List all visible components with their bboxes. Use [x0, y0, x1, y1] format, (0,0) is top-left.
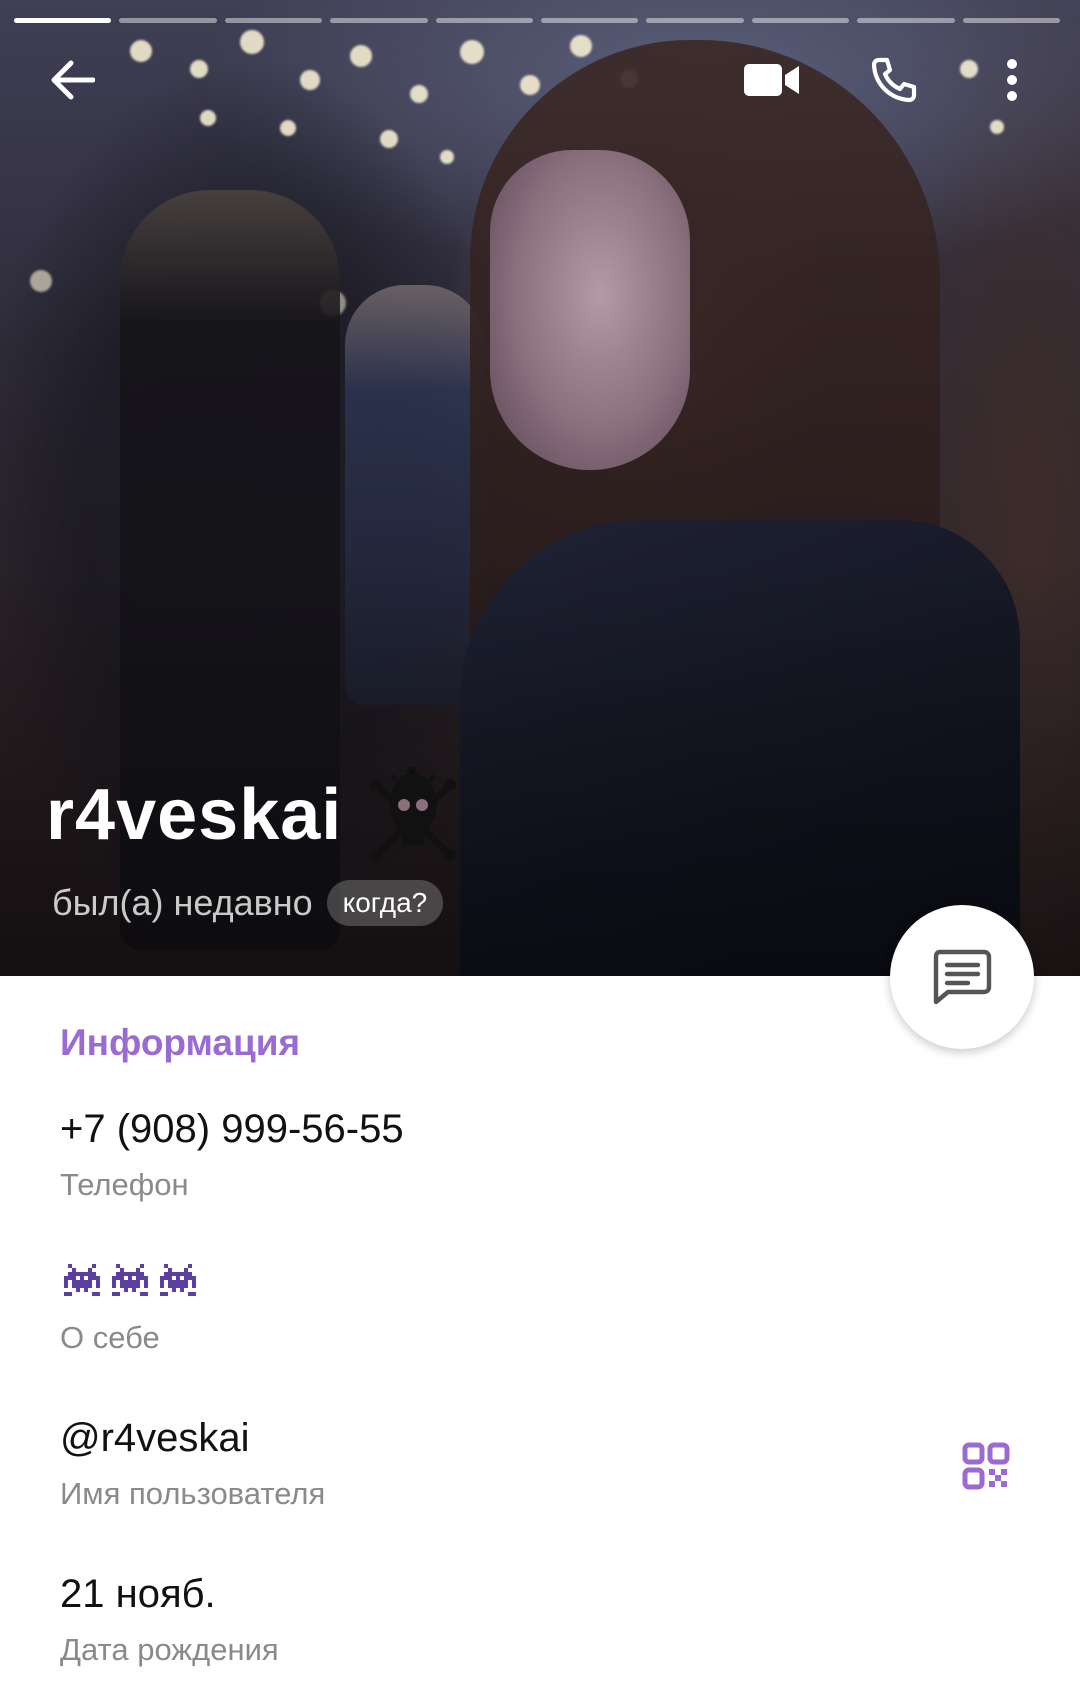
progress-segment	[14, 18, 112, 23]
progress-segment	[646, 18, 744, 23]
video-call-button[interactable]	[736, 48, 808, 112]
send-message-button[interactable]	[890, 905, 1034, 1049]
last-seen-status: был(а) недавно	[52, 882, 313, 923]
when-chip[interactable]: когда?	[326, 880, 444, 926]
progress-segment	[541, 18, 639, 23]
progress-segment	[119, 18, 217, 23]
progress-segment	[962, 18, 1061, 23]
more-options-button[interactable]	[990, 48, 1034, 112]
qr-code-icon	[962, 1442, 1010, 1490]
progress-segment	[857, 18, 955, 23]
username-label: Имя пользователя	[60, 1476, 326, 1511]
phone-value: +7 (908) 999-56-55	[60, 1107, 404, 1151]
purple-alien-icon	[112, 1264, 148, 1296]
phone-info-item[interactable]: +7 (908) 999-56-55 Телефон	[60, 1105, 404, 1203]
progress-segment	[751, 18, 850, 23]
photo-progress-bar	[14, 18, 1061, 23]
message-icon	[933, 949, 992, 1005]
phone-label: Телефон	[60, 1167, 189, 1202]
phone-icon	[871, 57, 917, 103]
birthday-info-item[interactable]: 21 нояб. Дата рождения	[60, 1570, 279, 1668]
purple-alien-icon	[64, 1264, 100, 1296]
about-value	[60, 1258, 200, 1306]
qr-code-button[interactable]	[958, 1438, 1014, 1494]
profile-name-row: r4veskai	[46, 767, 457, 861]
progress-segment	[330, 18, 428, 23]
voice-call-button[interactable]	[862, 48, 926, 112]
info-section-title: Информация	[60, 1022, 301, 1063]
about-label: О себе	[60, 1320, 160, 1355]
photo-subject-face	[490, 150, 690, 470]
progress-segment	[224, 18, 323, 23]
video-camera-icon	[744, 64, 799, 96]
profile-status-row: был(а) недавно когда?	[52, 880, 444, 926]
back-arrow-icon	[51, 60, 95, 100]
birthday-value: 21 нояб.	[60, 1572, 216, 1616]
username-value: @r4veskai	[60, 1416, 250, 1460]
profile-name: r4veskai	[46, 775, 343, 855]
progress-segment	[435, 18, 534, 23]
birthday-label: Дата рождения	[60, 1632, 279, 1667]
purple-alien-icon	[160, 1264, 196, 1296]
skull-crossbones-icon	[370, 767, 457, 861]
username-info-item[interactable]: @r4veskai Имя пользователя	[60, 1414, 325, 1512]
about-info-item[interactable]: О себе	[60, 1258, 200, 1356]
back-button[interactable]	[40, 48, 104, 112]
more-vertical-icon	[1007, 59, 1017, 101]
